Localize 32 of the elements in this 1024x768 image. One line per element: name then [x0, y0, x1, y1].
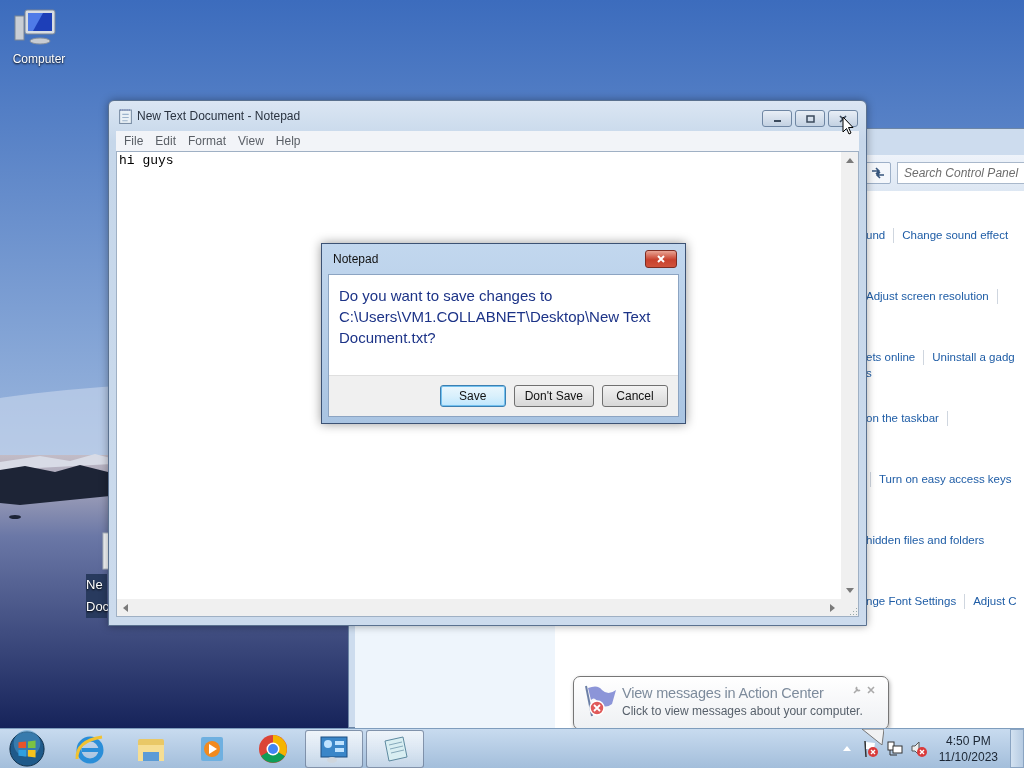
dialog-button[interactable]: Cancel [602, 385, 668, 407]
search-field[interactable]: Search Control Panel [897, 162, 1024, 184]
settings-link[interactable]: Adjust screen resolution [866, 288, 989, 304]
menu-item[interactable]: Help [269, 134, 307, 148]
icon-label: Ne Doc [86, 574, 107, 618]
window-title: New Text Document - Notepad [137, 109, 301, 123]
document-text: hi guys [119, 153, 174, 168]
notification-title: View messages in Action Center [622, 684, 824, 703]
dialog-title: Notepad [333, 252, 379, 266]
menu-item[interactable]: Format [182, 134, 233, 148]
settings-link[interactable]: ets online [866, 349, 916, 365]
settings-link[interactable]: Uninstall a gadg [932, 349, 1015, 365]
dialog-button[interactable]: Don't Save [513, 385, 594, 407]
clock[interactable]: 4:50 PM 11/10/2023 [934, 732, 1002, 765]
settings-link[interactable]: on the taskbar [866, 410, 939, 426]
settings-link[interactable]: hidden files and folders [866, 532, 985, 548]
settings-link[interactable]: Change sound effect [902, 227, 1009, 243]
icon-label: Computer [12, 52, 66, 66]
clock-time: 4:50 PM [946, 732, 991, 749]
clock-date: 11/10/2023 [938, 748, 998, 765]
dialog-message: Do you want to save changes to C:\Users\VM1.COLLABNET\Desktop\New Text Document.txt? [338, 286, 652, 348]
menu-item[interactable]: File [118, 134, 150, 148]
settings-link[interactable]: Adjust C [973, 593, 1017, 609]
menu-item[interactable]: Edit [149, 134, 183, 148]
settings-link[interactable]: s [866, 365, 872, 381]
notification-balloon[interactable]: View messages in Action Center Click to view messages about your computer. [573, 676, 889, 730]
settings-link[interactable]: nge Font Settings [866, 593, 957, 609]
menu-item[interactable]: View [232, 134, 270, 148]
settings-link[interactable]: Turn on easy access keys [879, 471, 1012, 487]
settings-link[interactable]: und [866, 227, 886, 243]
dialog-button[interactable]: Save [439, 385, 506, 407]
notification-text: Click to view messages about your computer. [622, 703, 863, 719]
